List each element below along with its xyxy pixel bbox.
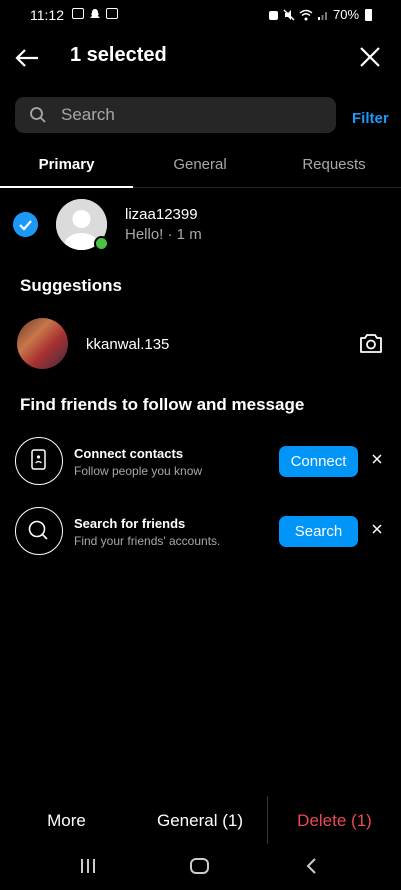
back-nav-icon[interactable] — [303, 856, 321, 876]
selection-header: 1 selected — [0, 40, 401, 76]
inbox-tabs: Primary General Requests — [0, 150, 401, 188]
selection-action-bar: More General (1) Delete (1) — [0, 796, 401, 844]
connect-contacts-row: Connect contacts Follow people you know … — [0, 436, 401, 486]
status-bar: 11:12 70% — [0, 0, 401, 30]
snapchat-notification-icon — [90, 9, 100, 18]
search-input[interactable] — [61, 97, 321, 133]
search-bar[interactable] — [15, 97, 336, 133]
alarm-icon — [269, 10, 278, 20]
gallery-notification-icon — [72, 8, 84, 19]
search-button[interactable]: Search — [279, 516, 358, 547]
search-friends-subtitle: Find your friends' accounts. — [74, 534, 221, 548]
connect-contacts-subtitle: Follow people you know — [74, 464, 203, 478]
search-friends-title: Search for friends — [74, 516, 186, 531]
suggestion-username: kkanwal.135 — [86, 336, 170, 353]
active-tab-indicator — [0, 186, 133, 188]
system-icons: 70% — [268, 7, 373, 22]
chat-preview: Hello! · 1 m — [125, 226, 202, 243]
tab-primary[interactable]: Primary — [0, 156, 133, 173]
search-friends-icon — [15, 507, 63, 555]
status-time: 11:12 — [30, 7, 64, 23]
app-notification-icon — [106, 8, 118, 19]
notification-icons — [72, 8, 118, 20]
recent-apps-icon[interactable] — [78, 856, 98, 876]
back-arrow-icon[interactable] — [14, 46, 40, 70]
more-button[interactable]: More — [0, 811, 133, 831]
chat-username: lizaa12399 — [125, 206, 198, 223]
dismiss-icon[interactable] — [370, 452, 384, 466]
search-icon — [30, 107, 46, 123]
chat-row[interactable]: lizaa12399 Hello! · 1 m — [0, 195, 401, 255]
mute-icon — [283, 8, 295, 21]
filter-button[interactable]: Filter — [352, 110, 389, 127]
online-indicator — [94, 236, 109, 251]
delete-button[interactable]: Delete (1) — [268, 811, 401, 831]
tab-requests[interactable]: Requests — [267, 156, 401, 173]
connect-contacts-title: Connect contacts — [74, 446, 184, 461]
signal-icon — [318, 11, 327, 20]
move-to-general-button[interactable]: General (1) — [133, 811, 267, 831]
system-nav-bar — [0, 850, 401, 890]
search-friends-row: Search for friends Find your friends' ac… — [0, 506, 401, 556]
suggestion-avatar — [17, 318, 68, 369]
battery-percent: 70% — [333, 7, 360, 22]
selected-check-icon[interactable] — [13, 212, 38, 237]
tab-general[interactable]: General — [133, 156, 267, 173]
find-friends-title: Find friends to follow and message — [20, 395, 305, 414]
contacts-icon — [15, 437, 63, 485]
suggestion-row[interactable]: kkanwal.135 — [0, 316, 401, 370]
suggestions-title: Suggestions — [20, 276, 123, 295]
home-icon[interactable] — [189, 856, 210, 876]
camera-icon[interactable] — [359, 332, 383, 354]
page-title: 1 selected — [70, 44, 167, 66]
connect-button[interactable]: Connect — [279, 446, 358, 477]
close-icon[interactable] — [358, 45, 382, 69]
wifi-icon — [299, 9, 313, 20]
battery-icon — [365, 8, 373, 21]
dismiss-icon[interactable] — [370, 522, 384, 536]
